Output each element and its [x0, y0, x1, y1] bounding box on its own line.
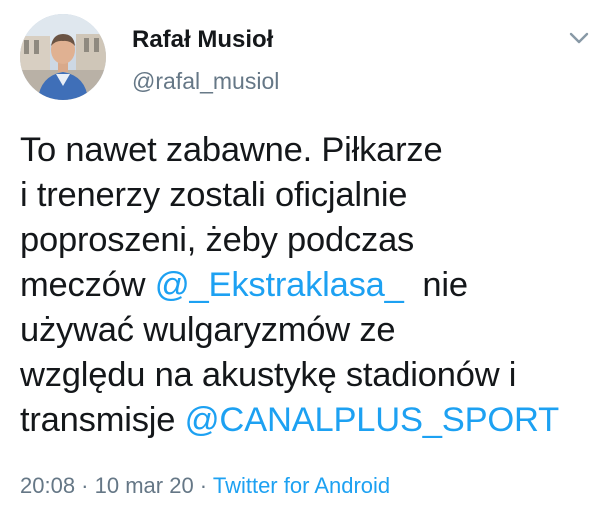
tweet-card: Rafał Musioł @rafal_musiol To nawet zaba…	[0, 0, 600, 518]
tweet-text-line: To nawet zabawne. Piłkarze	[20, 131, 443, 169]
meta-separator: ·	[75, 473, 95, 498]
tweet-date[interactable]: 10 mar 20	[95, 473, 194, 498]
mention-link-canalplus[interactable]: @CANALPLUS_SPORT	[185, 401, 560, 439]
tweet-text-line: poproszeni, żeby podczas	[20, 221, 415, 259]
author-name[interactable]: Rafał Musioł	[132, 26, 273, 54]
profile-photo-icon	[20, 14, 106, 100]
tweet-text-line: transmisje @CANALPLUS_SPORT	[20, 398, 592, 443]
tweet-text: To nawet zabawne. Piłkarze i trenerzy zo…	[20, 128, 592, 443]
tweet-text-fragment: meczów	[20, 266, 155, 304]
tweet-meta: 20:08 · 10 mar 20 · Twitter for Android	[20, 473, 390, 499]
author-handle[interactable]: @rafal_musiol	[132, 68, 279, 95]
chevron-down-icon[interactable]	[568, 30, 590, 46]
tweet-text-line: względu na akustykę stadionów i	[20, 356, 517, 394]
tweet-text-line: meczów @_Ekstraklasa_ nie	[20, 263, 592, 308]
tweet-time[interactable]: 20:08	[20, 473, 75, 498]
avatar[interactable]	[20, 14, 106, 100]
tweet-text-line: używać wulgaryzmów ze	[20, 311, 396, 349]
meta-separator: ·	[193, 473, 213, 498]
tweet-text-fragment: nie	[403, 266, 468, 304]
tweet-source-link[interactable]: Twitter for Android	[213, 473, 390, 498]
tweet-text-line: i trenerzy zostali oficjalnie	[20, 176, 408, 214]
tweet-text-fragment: transmisje	[20, 401, 185, 439]
mention-link-ekstraklasa[interactable]: @_Ekstraklasa_	[155, 266, 404, 304]
